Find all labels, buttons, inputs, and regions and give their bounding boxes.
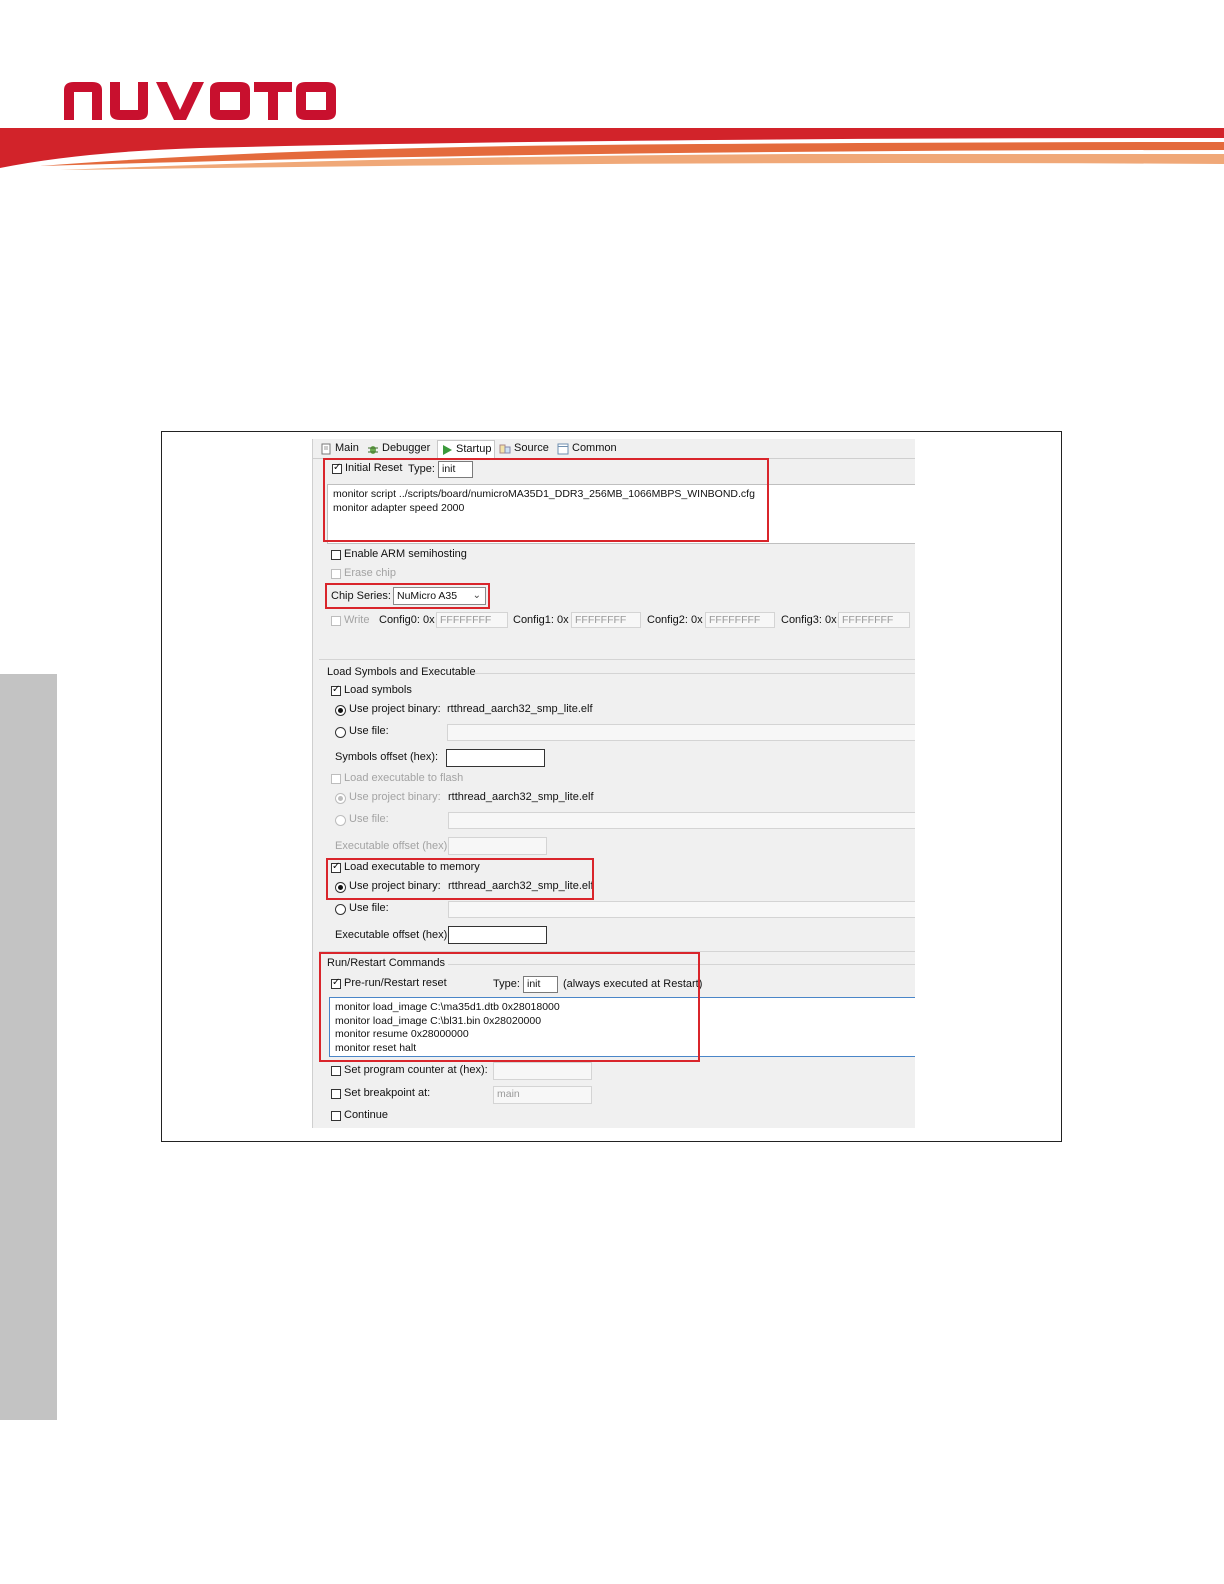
side-margin-bar	[0, 674, 57, 1420]
tab-label: Startup	[456, 443, 492, 455]
tab-label: Source	[514, 442, 549, 454]
symbols-offset-label: Symbols offset (hex):	[335, 751, 439, 763]
symbols-use-file-radio[interactable]	[335, 727, 346, 738]
tab-source[interactable]: Source	[496, 440, 552, 457]
tab-debugger[interactable]: Debugger	[364, 440, 433, 457]
config0-input[interactable]: FFFFFFFF	[436, 612, 508, 628]
symbols-use-file-label: Use file:	[349, 725, 389, 737]
erase-chip-label: Erase chip	[344, 567, 396, 579]
semihosting-label: Enable ARM semihosting	[344, 548, 467, 560]
erase-chip-checkbox[interactable]	[331, 569, 341, 579]
breakpoint-checkbox[interactable]	[331, 1089, 341, 1099]
config3-label: Config3: 0x	[781, 614, 837, 626]
load-symbols-checkbox[interactable]	[331, 684, 341, 696]
load-symbols-section-title: Load Symbols and Executable	[327, 666, 476, 678]
flash-exec-offset-input[interactable]	[448, 837, 547, 855]
config0-label: Config0: 0x	[379, 614, 435, 626]
source-icon	[499, 444, 511, 453]
memory-use-file-label: Use file:	[349, 902, 389, 914]
divider	[319, 659, 915, 660]
config1-input[interactable]: FFFFFFFF	[571, 612, 641, 628]
highlight-chip-series	[325, 583, 490, 609]
load-symbols-label: Load symbols	[344, 684, 412, 696]
tab-main[interactable]: Main	[317, 440, 362, 457]
flash-project-binary-radio[interactable]	[335, 793, 346, 804]
tab-startup[interactable]: Startup	[437, 440, 496, 458]
divider	[473, 673, 915, 674]
flash-use-file-radio[interactable]	[335, 815, 346, 826]
load-exec-flash-label: Load executable to flash	[344, 772, 464, 784]
symbols-project-binary-radio[interactable]	[335, 705, 346, 716]
flash-exec-offset-label: Executable offset (hex):	[335, 840, 451, 852]
flash-project-binary-value: rtthread_aarch32_smp_lite.elf	[448, 791, 594, 803]
continue-label: Continue	[344, 1109, 389, 1121]
memory-exec-offset-input[interactable]	[448, 926, 547, 944]
tab-bar: Main Debugger Startup Source Common	[313, 439, 915, 459]
semihosting-checkbox[interactable]	[331, 550, 341, 560]
window-icon	[557, 443, 569, 454]
load-exec-flash-checkbox[interactable]	[331, 774, 341, 784]
nuvoton-logo	[64, 82, 336, 120]
config2-input[interactable]: FFFFFFFF	[705, 612, 775, 628]
play-icon	[443, 444, 452, 455]
debug-config-dialog: Main Debugger Startup Source Common Init…	[312, 439, 915, 1128]
memory-exec-offset-label: Executable offset (hex):	[335, 929, 451, 941]
memory-file-input[interactable]	[448, 901, 915, 918]
write-label: Write	[344, 614, 370, 626]
config2-label: Config2: 0x	[647, 614, 703, 626]
memory-use-file-radio[interactable]	[335, 904, 346, 915]
symbols-file-input[interactable]	[447, 724, 915, 741]
breakpoint-label: Set breakpoint at:	[344, 1087, 431, 1099]
highlight-initial-reset	[323, 458, 769, 542]
symbols-offset-input[interactable]	[446, 749, 545, 767]
set-pc-input[interactable]	[493, 1062, 592, 1080]
tab-label: Main	[335, 442, 359, 454]
flash-file-input[interactable]	[448, 812, 915, 829]
config1-label: Config1: 0x	[513, 614, 569, 626]
flash-use-file-label: Use file:	[349, 813, 389, 825]
document-icon	[321, 443, 331, 454]
symbols-project-binary-value: rtthread_aarch32_smp_lite.elf	[447, 703, 593, 715]
flash-project-binary-label: Use project binary:	[349, 791, 441, 803]
set-pc-label: Set program counter at (hex):	[344, 1064, 488, 1076]
set-pc-checkbox[interactable]	[331, 1066, 341, 1076]
tab-label: Debugger	[382, 442, 431, 454]
tab-common[interactable]: Common	[554, 440, 620, 457]
breakpoint-input[interactable]: main	[493, 1086, 592, 1104]
header-banner	[0, 128, 1224, 170]
write-config-checkbox[interactable]	[331, 616, 341, 626]
symbols-project-binary-label: Use project binary:	[349, 703, 441, 715]
config3-input[interactable]: FFFFFFFF	[838, 612, 910, 628]
highlight-run-restart	[319, 952, 700, 1062]
bug-icon	[368, 445, 378, 454]
continue-checkbox[interactable]	[331, 1111, 341, 1121]
highlight-load-exec-memory	[326, 858, 594, 900]
tab-label: Common	[572, 442, 617, 454]
